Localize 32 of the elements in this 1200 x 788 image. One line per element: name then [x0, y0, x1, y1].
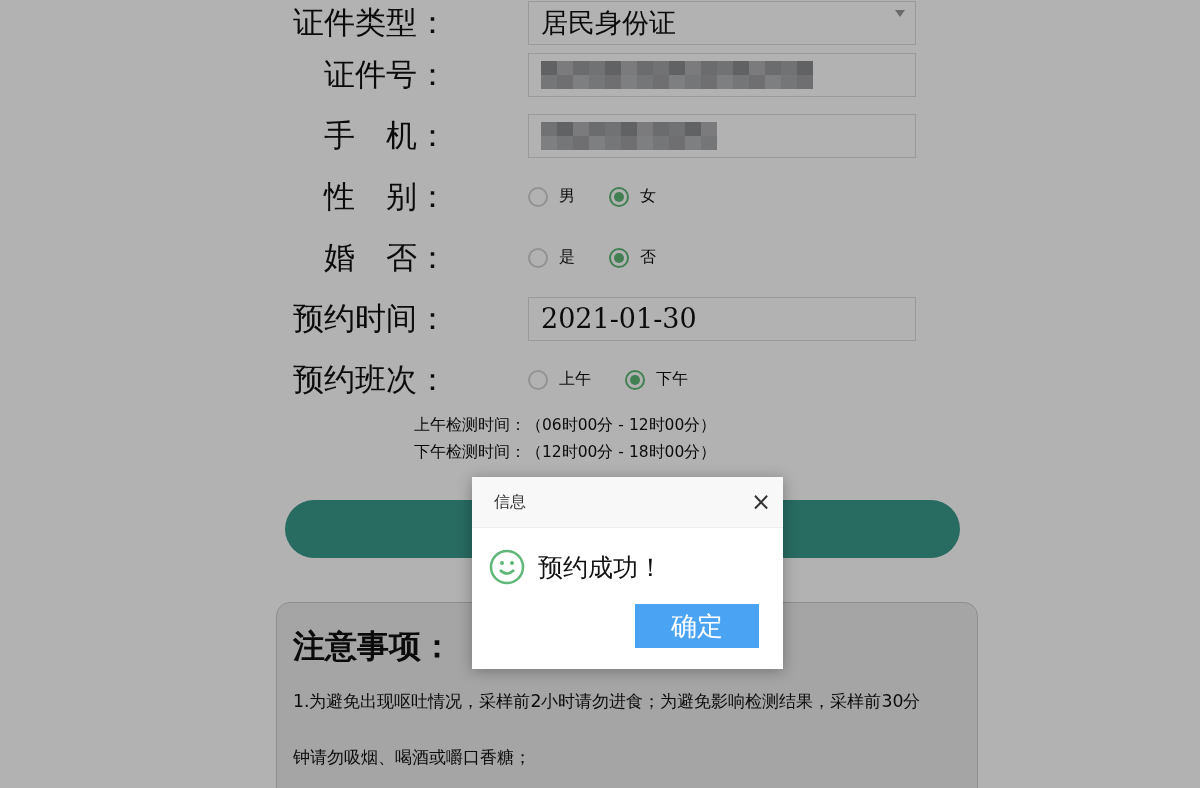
radio-option[interactable]: 女: [609, 186, 656, 207]
radio-option[interactable]: 是: [528, 247, 575, 268]
hours-note: 下午检测时间：（12时00分 - 18时00分）: [414, 442, 717, 463]
field-label: 手 机：: [323, 115, 448, 155]
radio-circle[interactable]: [609, 247, 629, 268]
radio-circle[interactable]: [609, 186, 629, 207]
dialog-title: 信息: [494, 491, 526, 513]
radio-option[interactable]: 下午: [625, 369, 688, 390]
input-field[interactable]: [528, 113, 916, 158]
field-label: 证件号：: [323, 54, 448, 94]
radio-circle[interactable]: [528, 186, 548, 207]
field-label: 预约时间：: [292, 298, 448, 338]
field-label: 预约班次：: [292, 359, 448, 399]
radio-circle[interactable]: [528, 247, 548, 268]
dialog-message: 预约成功！: [538, 551, 663, 584]
radio-option[interactable]: 上午: [528, 369, 591, 390]
notice-text: 1.为避免出现呕吐情况，采样前2小时请勿进食；为避免影响检测结果，采样前30分钟请勿吸烟、喝酒或嚼口香糖；: [293, 690, 922, 769]
close-button[interactable]: ×: [750, 488, 771, 516]
notice-title: 注意事项：: [293, 626, 453, 667]
radio-circle[interactable]: [528, 369, 548, 390]
field-label: 婚 否：: [323, 237, 448, 277]
caret-icon: [895, 10, 905, 18]
date-field[interactable]: 2021-01-30: [528, 296, 916, 341]
radio-circle[interactable]: [625, 369, 645, 390]
field-label: 性 别：: [322, 176, 448, 216]
hours-note: 上午检测时间：（06时00分 - 12时00分）: [414, 415, 717, 436]
smiley-icon: [489, 549, 525, 585]
radio-option[interactable]: 男: [528, 186, 575, 207]
select-field[interactable]: 居民身份证: [528, 1, 916, 45]
input-field[interactable]: [528, 52, 916, 97]
field-label: 证件类型：: [292, 3, 448, 42]
radio-option[interactable]: 否: [609, 247, 656, 268]
